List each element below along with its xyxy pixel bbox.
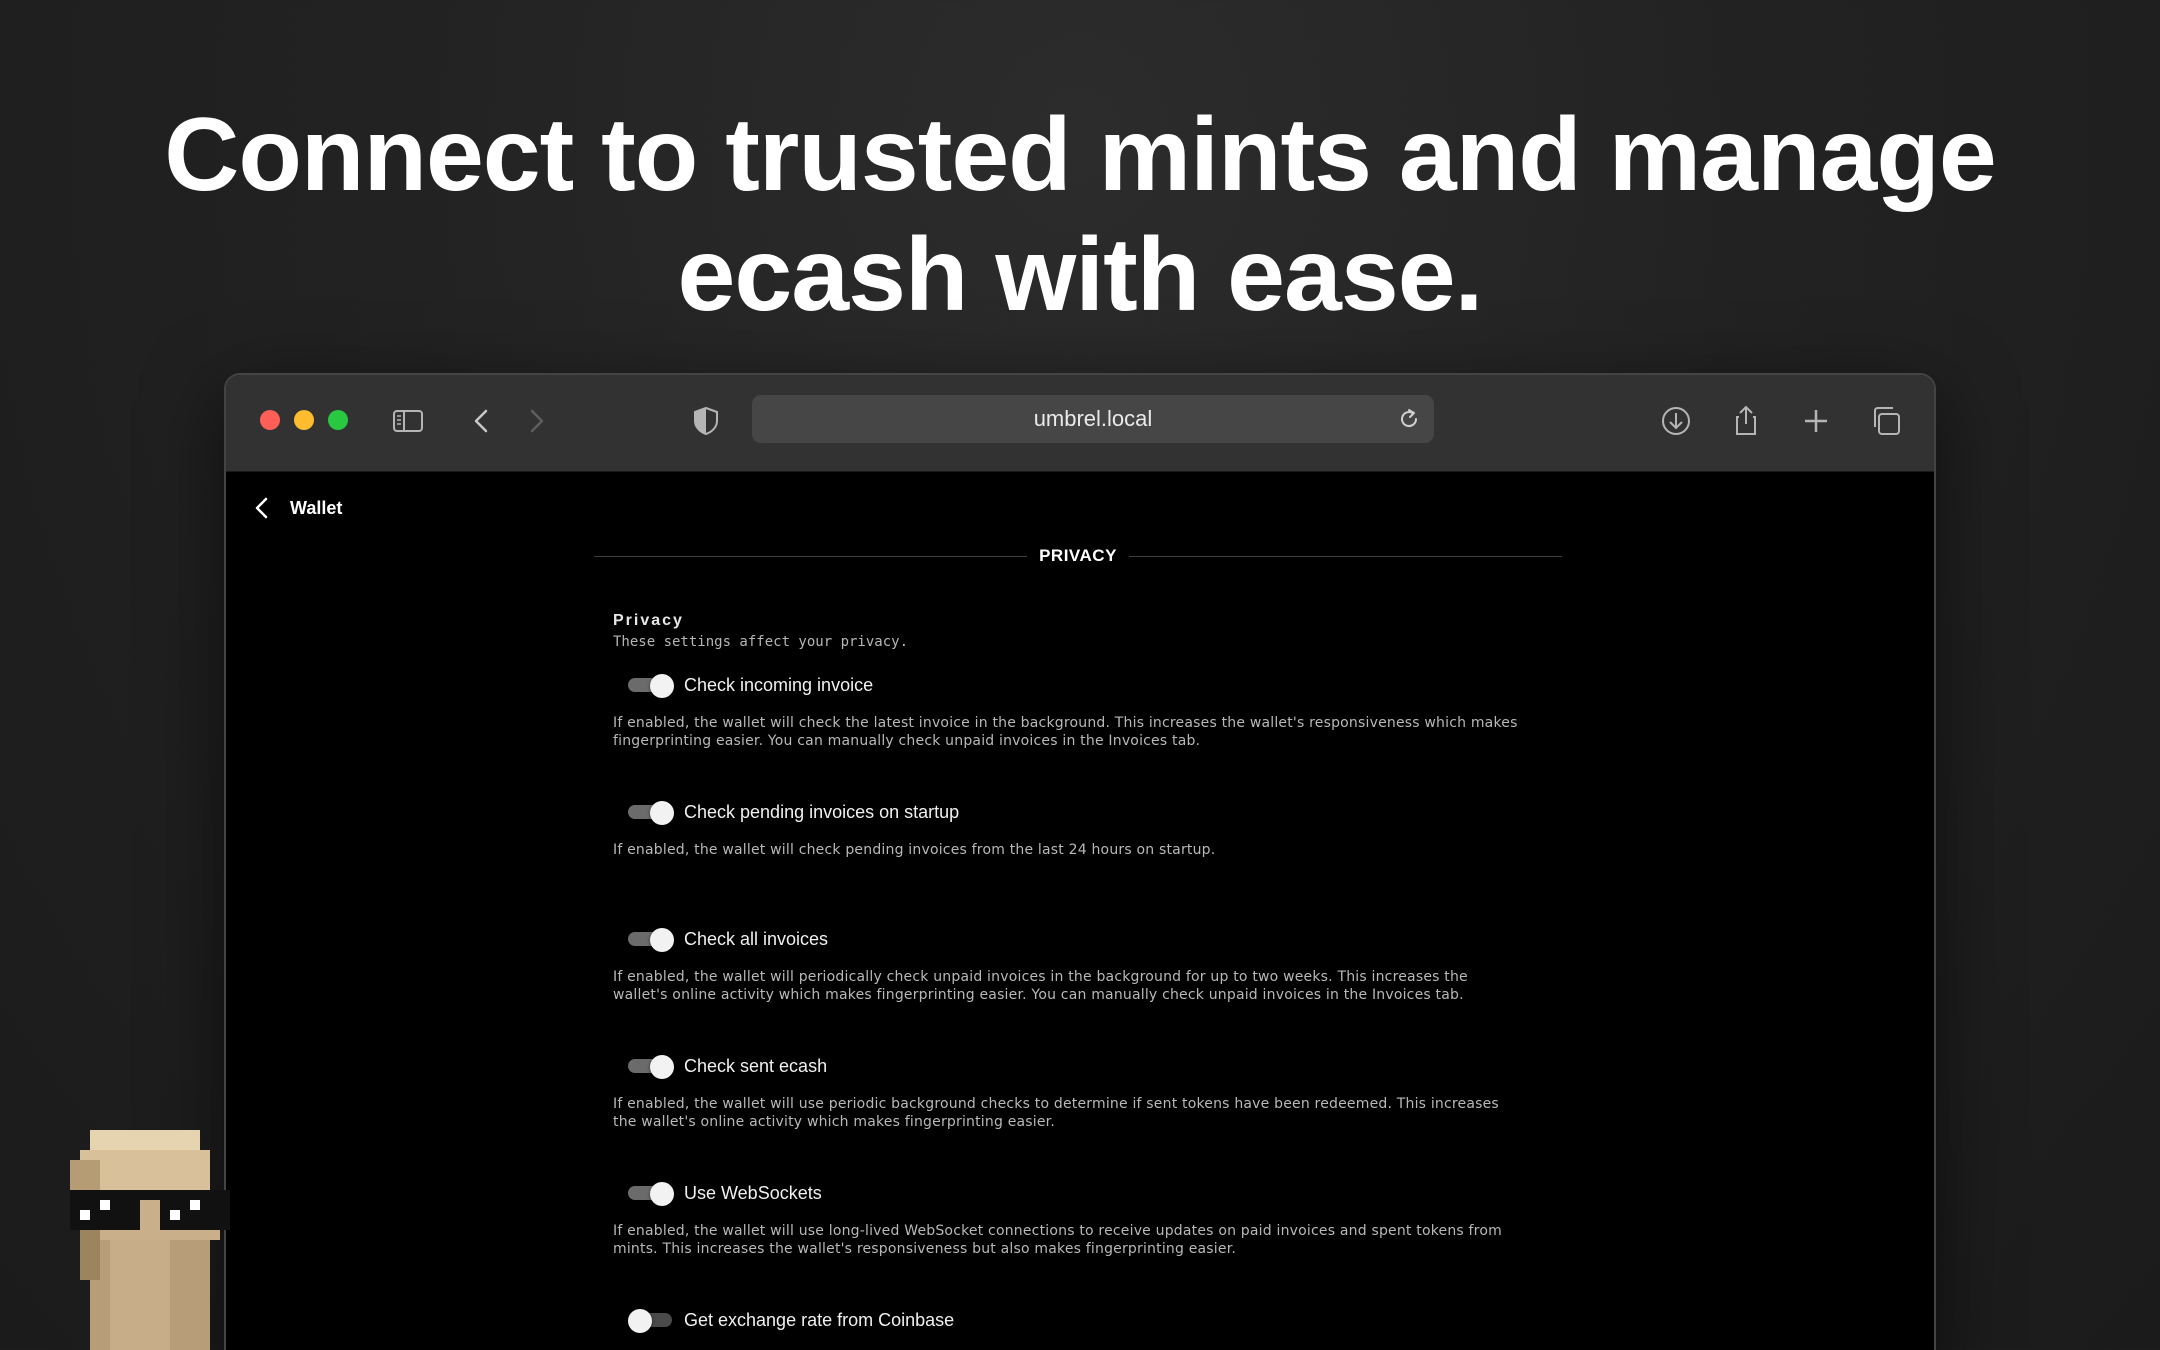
setting-label: Get exchange rate from Coinbase — [684, 1309, 955, 1330]
setting-label: Check pending invoices on startup — [684, 801, 960, 822]
download-icon[interactable] — [1658, 403, 1694, 439]
setting-description: If enabled, the wallet will use long-liv… — [613, 1223, 1502, 1257]
new-tab-icon[interactable] — [1798, 403, 1834, 439]
setting-label: Check sent ecash — [684, 1055, 828, 1076]
toggle-switch[interactable] — [628, 1309, 672, 1333]
browser-toolbar: umbrel.local — [226, 375, 1934, 472]
section-label: PRIVACY — [1039, 546, 1117, 565]
close-window-button[interactable] — [260, 410, 280, 430]
setting-description: If enabled, the wallet will periodically… — [613, 969, 1468, 1003]
headline-line-1: Connect to trusted mints and manage — [164, 97, 1996, 213]
setting-check-pending-invoices: Check pending invoices on startup If ena… — [613, 797, 1573, 859]
back-icon[interactable] — [464, 403, 500, 439]
group-subtitle: These settings affect your privacy. — [613, 634, 909, 650]
divider-left — [594, 555, 1028, 557]
setting-description: If enabled, the wallet will use periodic… — [613, 1096, 1499, 1130]
reload-icon[interactable] — [1394, 404, 1424, 434]
setting-check-incoming-invoice: Check incoming invoice If enabled, the w… — [613, 670, 1573, 750]
setting-description: If enabled, the wallet will check the la… — [613, 715, 1518, 749]
headline: Connect to trusted mints and manage ecas… — [0, 95, 2160, 335]
setting-use-websockets: Use WebSockets If enabled, the wallet wi… — [613, 1178, 1573, 1258]
address-bar[interactable]: umbrel.local — [752, 395, 1434, 443]
setting-label: Use WebSockets — [684, 1182, 822, 1203]
shield-icon[interactable] — [688, 403, 724, 439]
share-icon[interactable] — [1728, 403, 1764, 439]
toggle-switch[interactable] — [628, 674, 674, 698]
setting-label: Check all invoices — [684, 928, 829, 949]
setting-label: Check incoming invoice — [684, 674, 874, 695]
zoom-window-button[interactable] — [328, 410, 348, 430]
toggle-switch[interactable] — [628, 801, 674, 825]
forward-icon[interactable] — [518, 403, 554, 439]
setting-check-sent-ecash: Check sent ecash If enabled, the wallet … — [613, 1051, 1573, 1131]
divider-right — [1128, 555, 1562, 557]
toggle-switch[interactable] — [628, 1182, 674, 1206]
minimize-window-button[interactable] — [294, 410, 314, 430]
setting-exchange-rate-coinbase: Get exchange rate from Coinbase — [613, 1305, 1573, 1335]
tabs-overview-icon[interactable] — [1868, 403, 1904, 439]
toggle-switch[interactable] — [628, 1055, 674, 1079]
sidebar-icon[interactable] — [390, 403, 426, 439]
browser-window: umbrel.local Wallet PRIVACY Privacy Thes… — [226, 375, 1934, 1350]
page-content: Wallet PRIVACY Privacy These settings af… — [226, 472, 1934, 1350]
toggle-switch[interactable] — [628, 928, 674, 952]
group-title: Privacy — [613, 612, 684, 629]
headline-line-2: ecash with ease. — [677, 217, 1484, 333]
url-text: umbrel.local — [1033, 406, 1153, 431]
mascot-illustration — [60, 1120, 240, 1350]
chevron-left-icon — [255, 497, 268, 519]
setting-description: If enabled, the wallet will check pendin… — [613, 842, 1216, 858]
section-header: PRIVACY — [594, 544, 1562, 568]
back-to-wallet-link[interactable]: Wallet — [248, 492, 342, 524]
back-label: Wallet — [290, 497, 343, 518]
setting-check-all-invoices: Check all invoices If enabled, the walle… — [613, 924, 1573, 1004]
